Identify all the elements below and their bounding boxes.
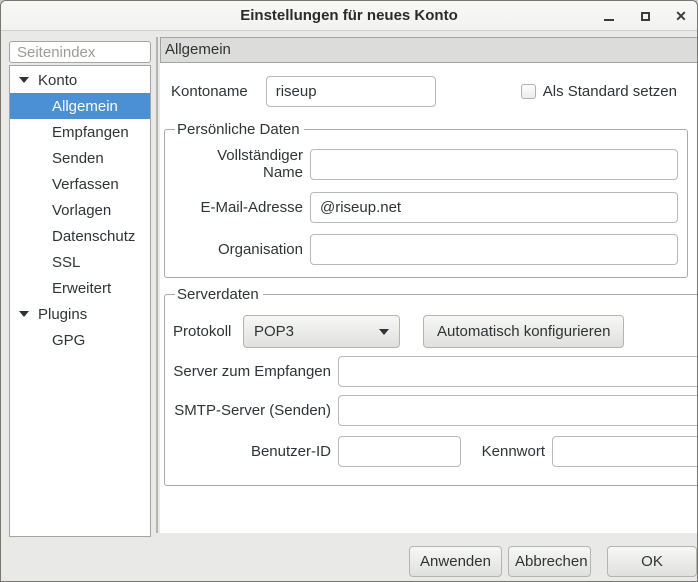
- sidebar-item-label: SSL: [52, 254, 80, 271]
- auto-configure-button[interactable]: Automatisch konfigurieren: [423, 315, 624, 348]
- close-icon: ✕: [675, 8, 687, 24]
- settings-tree: Konto Allgemein Empfangen Senden Verfass…: [9, 65, 151, 537]
- set-default-checkbox[interactable]: [521, 84, 536, 99]
- organization-row: Organisation: [173, 234, 678, 265]
- sidebar-item-label: Vorlagen: [52, 202, 111, 219]
- organization-label: Organisation: [173, 241, 303, 258]
- main-content: Kontoname Als Standard setzen Persönlich…: [160, 63, 698, 533]
- window-controls: ✕: [601, 1, 689, 31]
- pane-splitter[interactable]: [156, 37, 158, 533]
- sidebar-item-vorlagen[interactable]: Vorlagen: [10, 197, 150, 223]
- server-data-group: Serverdaten Protokoll POP3 Automatisch k…: [164, 286, 698, 486]
- sidebar-item-senden[interactable]: Senden: [10, 145, 150, 171]
- sidebar-item-datenschutz[interactable]: Datenschutz: [10, 223, 150, 249]
- sidebar-item-label: Konto: [38, 72, 77, 89]
- cancel-button[interactable]: Abbrechen: [508, 546, 591, 577]
- password-input[interactable]: [552, 436, 698, 467]
- user-id-input[interactable]: [338, 436, 461, 467]
- titlebar: Einstellungen für neues Konto ✕: [1, 1, 697, 31]
- email-label: E-Mail-Adresse: [173, 199, 303, 216]
- sidebar-item-ssl[interactable]: SSL: [10, 249, 150, 275]
- page-title: Allgemein: [160, 37, 698, 63]
- server-data-legend: Serverdaten: [175, 286, 263, 303]
- page-index-input[interactable]: [9, 41, 151, 63]
- window-title: Einstellungen für neues Konto: [1, 1, 697, 31]
- receive-server-row: Server zum Empfangen: [173, 356, 698, 387]
- protocol-select[interactable]: POP3: [243, 315, 400, 348]
- expander-icon[interactable]: [19, 311, 29, 317]
- protocol-row: Protokoll POP3 Automatisch konfigurieren: [173, 315, 698, 348]
- personal-data-legend: Persönliche Daten: [175, 121, 304, 138]
- protocol-selected-value: POP3: [254, 323, 294, 340]
- sidebar-item-gpg[interactable]: GPG: [10, 327, 150, 353]
- apply-button[interactable]: Anwenden: [409, 546, 502, 577]
- full-name-input[interactable]: [310, 149, 678, 180]
- password-label: Kennwort: [473, 443, 545, 460]
- receive-server-label: Server zum Empfangen: [173, 363, 331, 380]
- chevron-down-icon: [379, 329, 389, 335]
- sidebar-item-label: Plugins: [38, 306, 87, 323]
- maximize-icon: [641, 12, 650, 21]
- full-name-row: Vollständiger Name: [173, 147, 678, 181]
- account-settings-dialog: Einstellungen für neues Konto ✕ Konto Al…: [0, 0, 698, 582]
- sidebar-item-label: Erweitert: [52, 280, 111, 297]
- smtp-server-label: SMTP-Server (Senden): [173, 402, 331, 419]
- sidebar-item-erweitert[interactable]: Erweitert: [10, 275, 150, 301]
- email-row: E-Mail-Adresse: [173, 192, 678, 223]
- sidebar-item-label: Senden: [52, 150, 104, 167]
- minimize-icon: [604, 19, 614, 21]
- account-name-row: Kontoname Als Standard setzen: [171, 76, 687, 107]
- protocol-label: Protokoll: [173, 323, 235, 340]
- full-name-label: Vollständiger Name: [173, 147, 303, 181]
- account-name-input[interactable]: [266, 76, 436, 107]
- sidebar-item-label: GPG: [52, 332, 85, 349]
- close-button[interactable]: ✕: [673, 8, 689, 24]
- credentials-row: Benutzer-ID Kennwort: [173, 436, 698, 467]
- minimize-button[interactable]: [601, 8, 617, 24]
- smtp-server-input[interactable]: [338, 395, 698, 426]
- maximize-button[interactable]: [637, 8, 653, 24]
- sidebar-item-allgemein[interactable]: Allgemein: [10, 93, 150, 119]
- sidebar-item-label: Allgemein: [52, 98, 118, 115]
- organization-input[interactable]: [310, 234, 678, 265]
- sidebar-item-label: Verfassen: [52, 176, 119, 193]
- ok-button[interactable]: OK: [607, 546, 697, 577]
- sidebar-item-konto[interactable]: Konto: [10, 67, 150, 93]
- sidebar-item-empfangen[interactable]: Empfangen: [10, 119, 150, 145]
- personal-data-group: Persönliche Daten Vollständiger Name E-M…: [164, 121, 688, 278]
- user-id-label: Benutzer-ID: [173, 443, 331, 460]
- sidebar-item-label: Empfangen: [52, 124, 129, 141]
- expander-icon[interactable]: [19, 77, 29, 83]
- smtp-server-row: SMTP-Server (Senden): [173, 395, 698, 426]
- email-input[interactable]: [310, 192, 678, 223]
- sidebar-item-plugins[interactable]: Plugins: [10, 301, 150, 327]
- set-default-label: Als Standard setzen: [543, 83, 677, 100]
- sidebar-item-verfassen[interactable]: Verfassen: [10, 171, 150, 197]
- receive-server-input[interactable]: [338, 356, 698, 387]
- account-name-label: Kontoname: [171, 83, 248, 100]
- sidebar-item-label: Datenschutz: [52, 228, 135, 245]
